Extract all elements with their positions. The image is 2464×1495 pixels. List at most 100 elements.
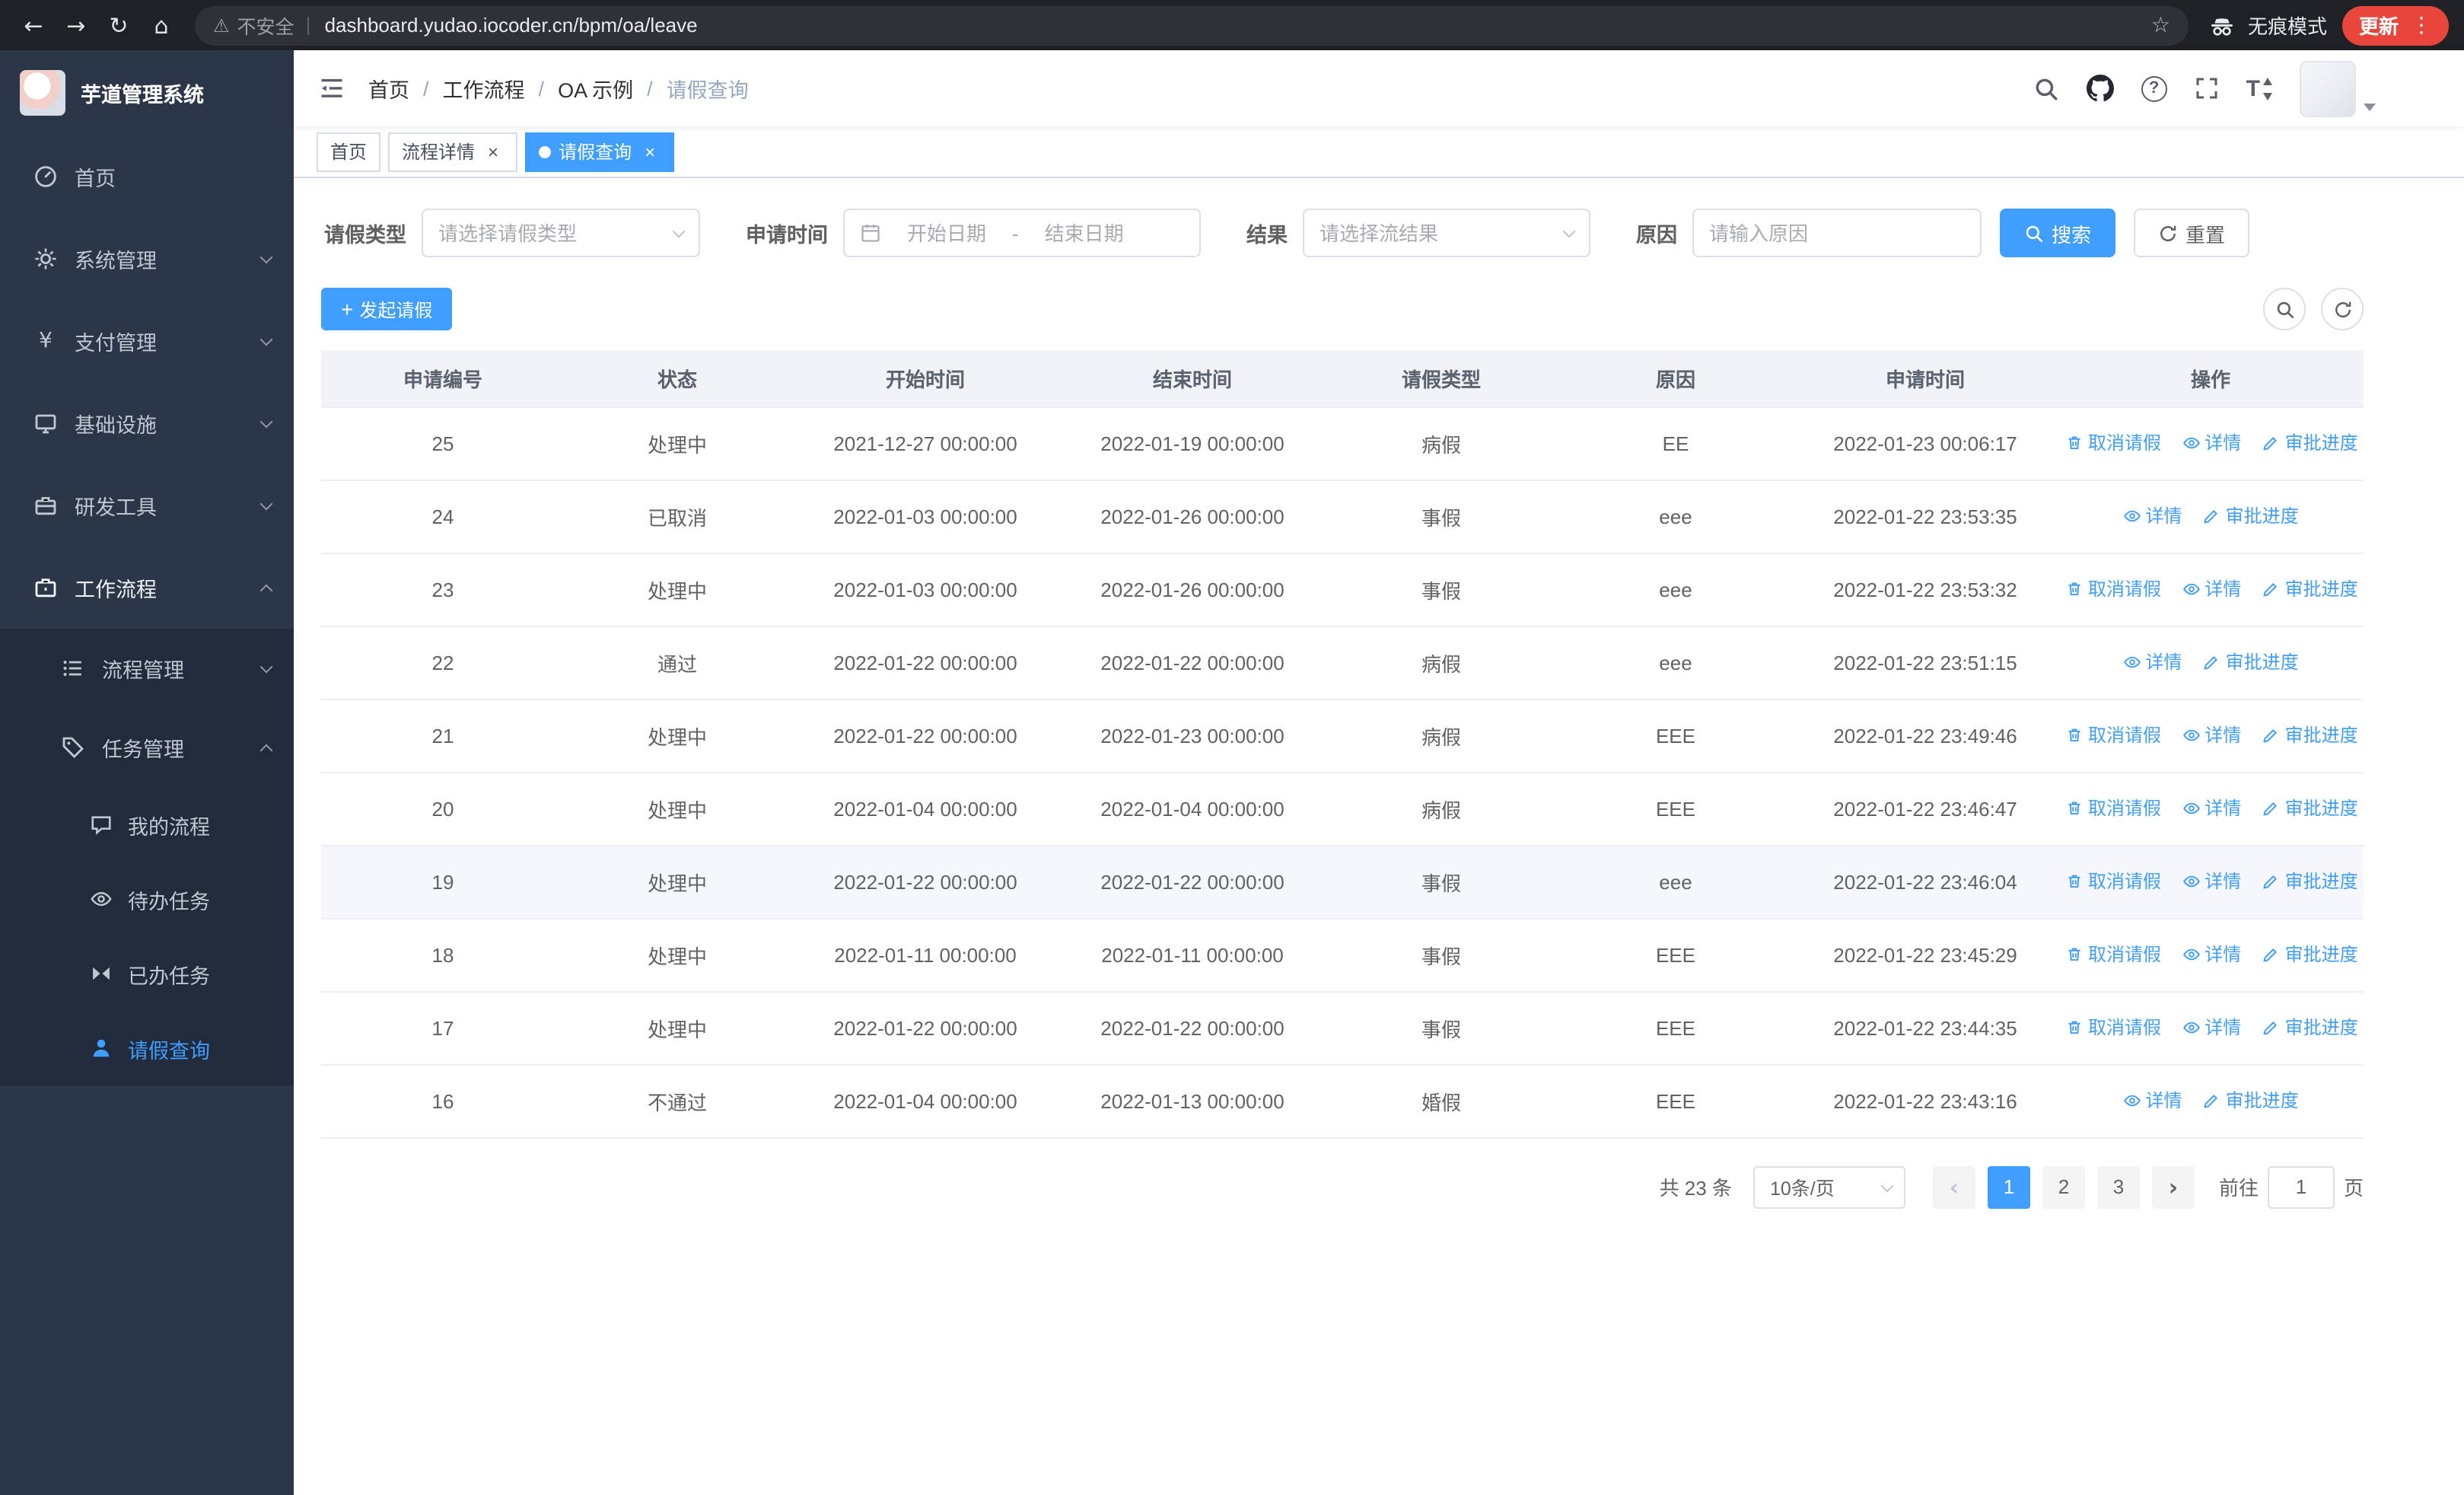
leave-type-select[interactable]: [422, 209, 700, 257]
cancel-leave-link[interactable]: 取消请假: [2065, 795, 2161, 821]
tab-home[interactable]: 首页: [317, 132, 381, 171]
prev-page-button[interactable]: ‹: [1932, 1165, 1975, 1208]
result-input[interactable]: [1320, 222, 1555, 244]
browser-reload-icon[interactable]: ↻: [97, 4, 140, 46]
bookmark-star-icon[interactable]: ☆: [2151, 13, 2170, 37]
cancel-leave-link[interactable]: 取消请假: [2065, 869, 2161, 894]
sidebar-collapse-button[interactable]: [318, 75, 345, 102]
cell-type: 婚假: [1324, 1064, 1558, 1138]
create-leave-button[interactable]: + 发起请假: [321, 288, 453, 330]
help-icon[interactable]: ?: [2141, 75, 2167, 101]
tab-process-detail[interactable]: 流程详情 ×: [388, 132, 518, 171]
fullscreen-icon[interactable]: [2195, 76, 2219, 100]
cancel-leave-link[interactable]: 取消请假: [2065, 430, 2161, 456]
approval-progress-link[interactable]: 审批进度: [2203, 649, 2299, 675]
page-button-2[interactable]: 2: [2042, 1165, 2085, 1208]
detail-link[interactable]: 详情: [2122, 503, 2182, 529]
page-button-1[interactable]: 1: [1987, 1165, 2030, 1208]
cancel-leave-link[interactable]: 取消请假: [2065, 722, 2161, 748]
reason-field[interactable]: [1692, 209, 1982, 257]
approval-progress-link[interactable]: 审批进度: [2262, 869, 2358, 894]
toggle-search-button[interactable]: [2263, 288, 2306, 330]
breadcrumb-item-oa-example[interactable]: OA 示例: [558, 73, 633, 104]
goto-page-input[interactable]: [2267, 1165, 2335, 1208]
eye-icon: [2182, 729, 2200, 741]
approval-progress-link[interactable]: 审批进度: [2262, 795, 2358, 821]
sidebar-item-done-tasks[interactable]: 已办任务: [0, 936, 294, 1011]
end-date-input[interactable]: [1027, 222, 1141, 244]
detail-link[interactable]: 详情: [2122, 1088, 2182, 1114]
breadcrumb-item-home[interactable]: 首页: [368, 73, 409, 104]
cancel-leave-link[interactable]: 取消请假: [2065, 942, 2161, 967]
font-size-icon[interactable]: T: [2246, 75, 2273, 101]
search-button[interactable]: 搜索: [2000, 209, 2116, 257]
start-date-input[interactable]: [890, 222, 1003, 244]
approval-progress-link[interactable]: 审批进度: [2262, 722, 2358, 748]
goto-label: 前往: [2218, 1177, 2259, 1200]
reset-button-label: 重置: [2185, 223, 2226, 246]
sidebar-item-infrastructure[interactable]: 基础设施: [0, 382, 294, 464]
page-size-select[interactable]: 10条/页: [1752, 1165, 1905, 1208]
trash-icon: [2068, 948, 2081, 961]
result-select[interactable]: [1303, 209, 1590, 257]
refresh-table-button[interactable]: [2321, 288, 2364, 330]
sidebar-item-payment-management[interactable]: ¥ 支付管理: [0, 300, 294, 382]
sidebar-item-leave-query[interactable]: 请假查询: [0, 1011, 294, 1085]
reset-button[interactable]: 重置: [2134, 209, 2250, 257]
detail-link[interactable]: 详情: [2182, 942, 2241, 967]
sidebar-item-workflow[interactable]: 工作流程: [0, 547, 294, 629]
detail-link[interactable]: 详情: [2182, 430, 2241, 456]
cell-type: 病假: [1324, 772, 1558, 846]
cell-type: 事假: [1324, 480, 1558, 553]
next-page-button[interactable]: ›: [2151, 1165, 2195, 1208]
approval-progress-link[interactable]: 审批进度: [2262, 430, 2358, 456]
browser-forward-icon[interactable]: →: [55, 4, 97, 46]
detail-link[interactable]: 详情: [2182, 722, 2241, 748]
cell-applied: 2022-01-22 23:46:47: [1793, 772, 2058, 846]
github-icon[interactable]: [2086, 75, 2114, 102]
sidebar-item-label: 已办任务: [128, 964, 210, 987]
cell-start: 2022-01-04 00:00:00: [790, 1064, 1061, 1138]
search-icon[interactable]: [2033, 75, 2059, 101]
address-bar[interactable]: ⚠ 不安全 dashboard.yudao.iocoder.cn/bpm/oa/…: [195, 5, 2189, 45]
sidebar-item-my-process[interactable]: 我的流程: [0, 787, 294, 862]
chevron-down-icon: [259, 497, 273, 511]
approval-progress-link[interactable]: 审批进度: [2262, 576, 2358, 602]
approval-progress-link[interactable]: 审批进度: [2262, 942, 2358, 967]
close-icon[interactable]: ×: [639, 141, 661, 162]
cell-id: 16: [321, 1064, 565, 1138]
approval-progress-link[interactable]: 审批进度: [2203, 1088, 2299, 1114]
chevron-up-icon: [259, 743, 273, 757]
leave-type-label: 请假类型: [324, 224, 406, 247]
sidebar-item-home[interactable]: 首页: [0, 135, 294, 218]
detail-link[interactable]: 详情: [2182, 869, 2241, 894]
close-icon[interactable]: ×: [482, 141, 504, 162]
detail-link[interactable]: 详情: [2182, 795, 2241, 821]
detail-link[interactable]: 详情: [2182, 1015, 2241, 1041]
browser-menu-dots-icon[interactable]: ⋮: [2411, 13, 2432, 37]
chevron-down-icon: [1562, 225, 1576, 238]
sidebar-item-todo-tasks[interactable]: 待办任务: [0, 862, 294, 936]
leave-type-input[interactable]: [438, 222, 665, 244]
sidebar-item-dev-tools[interactable]: 研发工具: [0, 464, 294, 547]
tab-leave-query[interactable]: 请假查询 ×: [525, 132, 675, 171]
hamburger-fold-icon: [321, 78, 342, 97]
approval-progress-link[interactable]: 审批进度: [2203, 503, 2299, 529]
browser-back-icon[interactable]: ←: [12, 4, 55, 46]
user-avatar[interactable]: [2300, 60, 2376, 116]
apply-time-range-picker[interactable]: -: [843, 209, 1201, 257]
sidebar-item-task-management[interactable]: 任务管理: [0, 708, 294, 787]
detail-link[interactable]: 详情: [2182, 576, 2241, 602]
reason-input[interactable]: [1709, 222, 1965, 244]
cancel-leave-link[interactable]: 取消请假: [2065, 1015, 2161, 1041]
url-text: dashboard.yudao.iocoder.cn/bpm/oa/leave: [324, 14, 698, 37]
approval-progress-link[interactable]: 审批进度: [2262, 1015, 2358, 1041]
page-button-3[interactable]: 3: [2096, 1165, 2140, 1208]
browser-update-button[interactable]: 更新 ⋮: [2341, 5, 2449, 45]
cancel-leave-link[interactable]: 取消请假: [2065, 576, 2161, 602]
breadcrumb-item-workflow[interactable]: 工作流程: [443, 73, 525, 104]
detail-link[interactable]: 详情: [2122, 649, 2182, 675]
browser-home-icon[interactable]: ⌂: [140, 4, 183, 46]
sidebar-item-process-management[interactable]: 流程管理: [0, 629, 294, 708]
sidebar-item-system-management[interactable]: 系统管理: [0, 218, 294, 300]
